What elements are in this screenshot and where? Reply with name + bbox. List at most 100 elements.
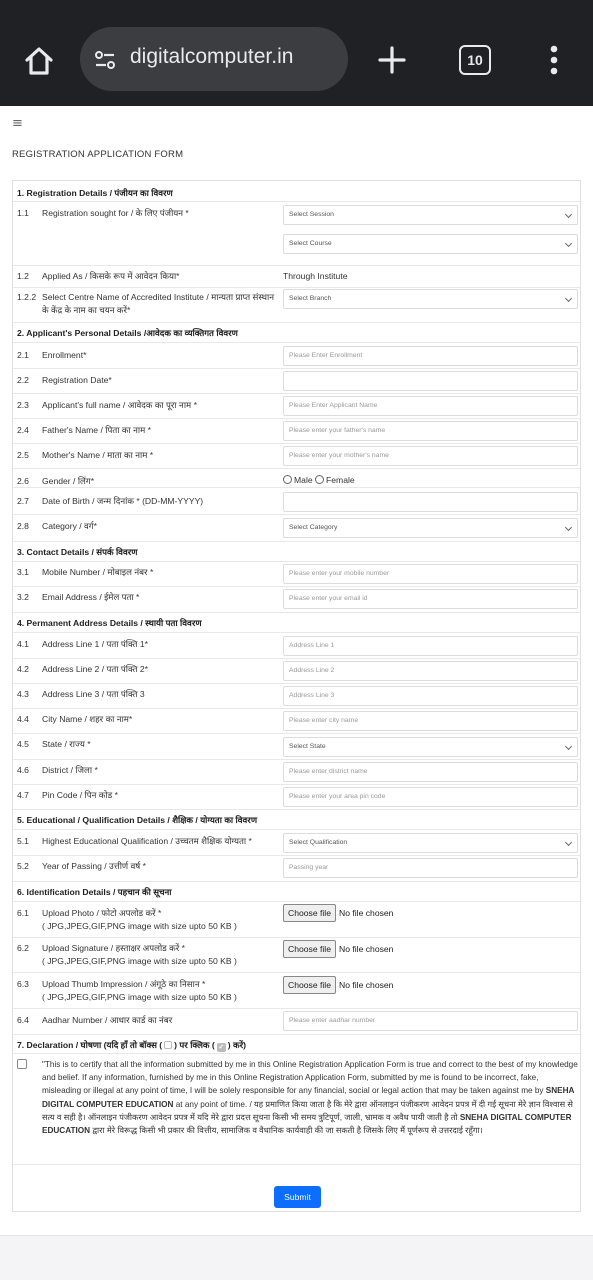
url-text: digitalcomputer.in: [130, 45, 294, 68]
row-number: 6.2: [17, 943, 29, 953]
enrollment-input[interactable]: Please Enter Enrollment: [283, 346, 578, 366]
aadhar-input[interactable]: Please enter aadhar number: [283, 1011, 578, 1031]
row-number: 6.3: [17, 979, 29, 989]
submit-button[interactable]: Submit: [274, 1186, 321, 1208]
city-input[interactable]: Please enter city name: [283, 711, 578, 731]
female-radio[interactable]: [315, 475, 325, 484]
section-contact-heading: 3. Contact Details / संपर्क विवरण: [17, 547, 138, 557]
row-number: 4.7: [17, 790, 29, 800]
choose-file-button[interactable]: Choose file: [283, 976, 336, 994]
email-input[interactable]: Please enter your email id: [283, 589, 578, 609]
mobile-input[interactable]: Please enter your mobile number: [283, 564, 578, 584]
registration-sought-label: Registration sought for / के लिए पंजीयन …: [42, 208, 189, 218]
row-number: 2.7: [17, 496, 29, 506]
more-menu-icon[interactable]: [540, 42, 568, 78]
new-tab-icon[interactable]: [374, 42, 410, 78]
row-number: 4.2: [17, 664, 29, 674]
father-name-label: Father's Name / पिता का नाम *: [42, 425, 151, 435]
male-label: Male: [294, 475, 313, 485]
category-label: Category / वर्ग*: [42, 521, 97, 531]
district-input[interactable]: Please enter district name: [283, 762, 578, 782]
aadhar-label: Aadhar Number / आधार कार्ड का नंबर: [42, 1015, 173, 1025]
father-name-input[interactable]: Please enter your father's name: [283, 421, 578, 441]
section-declaration-heading: 7. Declaration / घोषणा (यदि हाँ तो बॉक्स…: [17, 1039, 246, 1052]
row-number: 1.2: [17, 271, 29, 281]
row-number: 2.2: [17, 375, 29, 385]
email-label: Email Address / ईमेल पता *: [42, 592, 140, 602]
row-number: 5.1: [17, 836, 29, 846]
mother-name-label: Mother's Name / माता का नाम *: [42, 450, 154, 460]
address1-input[interactable]: Address Line 1: [283, 636, 578, 656]
address3-label: Address Line 3 / पता पंक्ति 3: [42, 689, 145, 699]
hamburger-menu-icon[interactable]: ≡: [12, 116, 23, 131]
applicant-name-input[interactable]: Please Enter Applicant Name: [283, 396, 578, 416]
declaration-text-1: "This is to certify that all the informa…: [42, 1060, 578, 1096]
registration-date-label: Registration Date*: [42, 375, 112, 385]
dob-input[interactable]: [283, 492, 578, 512]
page-title: REGISTRATION APPLICATION FORM: [12, 149, 184, 160]
section-registration-heading: 1. Registration Details / पंजीयन का विवर…: [17, 188, 173, 198]
enrollment-label: Enrollment*: [42, 350, 87, 360]
section-address-heading: 4. Permanent Address Details / स्थायी पत…: [17, 618, 202, 628]
row-number: 4.1: [17, 639, 29, 649]
pincode-label: Pin Code / पिन कोड *: [42, 790, 118, 800]
file-status: No file chosen: [339, 980, 394, 990]
mobile-label: Mobile Number / मोबाइल नंबर *: [42, 567, 154, 577]
tab-count: 10: [467, 52, 483, 68]
select-branch[interactable]: Select Branch: [283, 289, 578, 309]
upload-thumb-title: Upload Thumb Impression / अंगूठे का निसा…: [42, 979, 206, 989]
row-number: 4.5: [17, 739, 29, 749]
row-number: 2.8: [17, 521, 29, 531]
dob-label: Date of Birth / जन्म दिनांक * (DD-MM-YYY…: [42, 496, 204, 506]
pincode-input[interactable]: Please enter your area pin code: [283, 787, 578, 807]
district-label: District / जिला *: [42, 765, 98, 775]
row-number: 2.3: [17, 400, 29, 410]
registration-form: 1. Registration Details / पंजीयन का विवर…: [12, 180, 581, 1212]
upload-photo-title: Upload Photo / फोटो अपलोड करें *: [42, 908, 162, 918]
page-footer: [0, 1235, 593, 1280]
upload-thumb-hint: ( JPG,JPEG,GIF,PNG image with size upto …: [42, 992, 237, 1002]
tab-switcher-button[interactable]: 10: [459, 45, 491, 75]
site-settings-icon[interactable]: [92, 47, 118, 73]
address3-input[interactable]: Address Line 3: [283, 686, 578, 706]
row-number: 2.4: [17, 425, 29, 435]
home-icon[interactable]: [20, 42, 58, 80]
select-session[interactable]: Select Session: [283, 205, 578, 225]
select-category[interactable]: Select Category: [283, 518, 578, 538]
upload-signature-hint: ( JPG,JPEG,GIF,PNG image with size upto …: [42, 956, 237, 966]
upload-photo-hint: ( JPG,JPEG,GIF,PNG image with size upto …: [42, 921, 237, 931]
gender-options: Male Female: [283, 475, 355, 485]
row-number: 5.2: [17, 861, 29, 871]
declaration-heading-part3: ) करें): [227, 1040, 247, 1050]
upload-thumb-label: Upload Thumb Impression / अंगूठे का निसा…: [42, 978, 277, 1004]
applicant-name-label: Applicant's full name / आवेदक का पूरा ना…: [42, 400, 197, 410]
select-qualification[interactable]: Select Qualification: [283, 833, 578, 853]
photo-file-input: Choose file No file chosen: [283, 904, 393, 922]
passing-year-input[interactable]: Passing year: [283, 858, 578, 878]
row-number: 2.6: [17, 476, 29, 486]
address-bar[interactable]: digitalcomputer.in: [80, 27, 348, 91]
browser-toolbar: digitalcomputer.in 10: [0, 0, 593, 106]
row-number: 1.2.2: [17, 292, 37, 302]
row-number: 1.1: [17, 208, 29, 218]
choose-file-button[interactable]: Choose file: [283, 904, 336, 922]
row-number: 6.4: [17, 1015, 29, 1025]
section-identification-heading: 6. Identification Details / पहचान की सूच…: [17, 887, 172, 897]
registration-date-input[interactable]: [283, 371, 578, 391]
checkbox-sample-icon: [164, 1041, 173, 1049]
file-status: No file chosen: [339, 908, 394, 918]
choose-file-button[interactable]: Choose file: [283, 940, 336, 958]
male-radio[interactable]: [283, 475, 292, 484]
select-state[interactable]: Select State: [283, 737, 578, 757]
state-label: State / राज्य *: [42, 739, 91, 749]
female-label: Female: [326, 475, 355, 485]
centre-name-label: Select Centre Name of Accredited Institu…: [42, 292, 275, 315]
row-number: 3.2: [17, 592, 29, 602]
address2-input[interactable]: Address Line 2: [283, 661, 578, 681]
checked-sample-icon: ✓: [216, 1043, 226, 1052]
declaration-checkbox[interactable]: [17, 1059, 27, 1069]
row-number: 4.4: [17, 714, 29, 724]
mother-name-input[interactable]: Please enter your mother's name: [283, 446, 578, 466]
signature-file-input: Choose file No file chosen: [283, 940, 393, 958]
select-course[interactable]: Select Course: [283, 234, 578, 254]
